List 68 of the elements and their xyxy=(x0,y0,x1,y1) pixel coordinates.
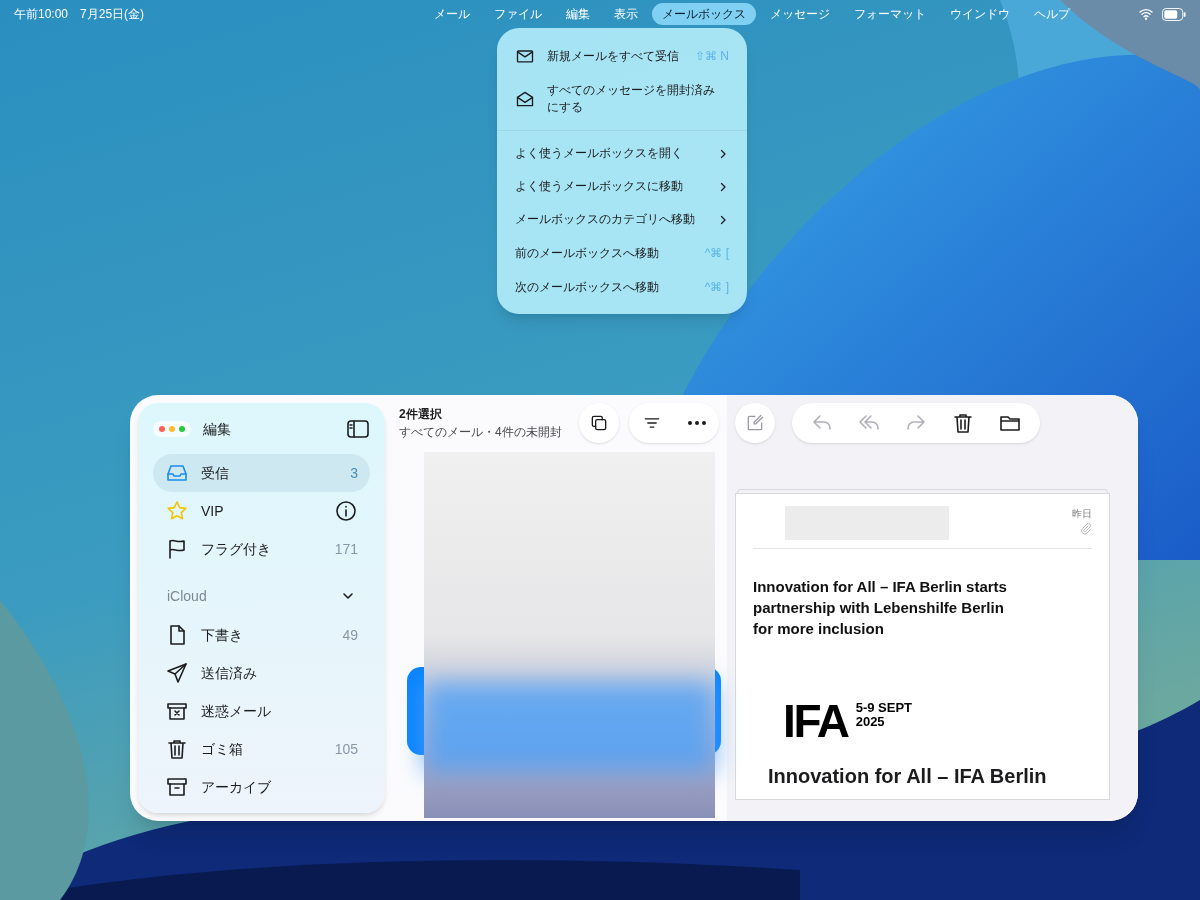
menu-item-label: 前のメールボックスへ移動 xyxy=(515,244,659,262)
edit-button[interactable]: 編集 xyxy=(203,418,231,440)
menu-item[interactable]: よく使うメールボックスに移動 xyxy=(497,170,747,203)
mailbox-label: 下書き xyxy=(201,625,244,645)
mailbox-count: 3 xyxy=(350,463,358,483)
compose-button[interactable] xyxy=(735,403,775,443)
battery-icon xyxy=(1162,7,1186,21)
shortcut-label: ⇧⌘ N xyxy=(695,48,729,65)
mailbox-count: 171 xyxy=(334,539,358,559)
menu-item-label: メールボックスのカテゴリへ移動 xyxy=(515,211,695,228)
menu-bar-item[interactable]: メール xyxy=(424,3,481,25)
menu-item[interactable]: 次のメールボックスへ移動 ^⌘ ] xyxy=(497,270,747,304)
wifi-icon xyxy=(1138,6,1154,22)
menu-bar-item[interactable]: メールボックス xyxy=(652,3,757,25)
selection-title: 2件選択 xyxy=(399,406,443,423)
paper-plane-icon xyxy=(165,661,189,685)
archive-box-icon xyxy=(165,775,189,799)
menu-item[interactable]: 前のメールボックスへ移動 ^⌘ [ xyxy=(497,236,747,270)
menu-item[interactable]: よく使うメールボックスを開く xyxy=(497,137,747,170)
mailbox-label: フラグ付き xyxy=(201,539,272,559)
menu-bar-item[interactable]: ファイル xyxy=(484,3,553,25)
shortcut-label: ^⌘ [ xyxy=(704,245,729,262)
logo-text: IFA xyxy=(783,701,848,741)
mailbox-label: ゴミ箱 xyxy=(201,739,244,759)
menu-item[interactable]: すべてのメッセージを開封済みにする xyxy=(497,74,747,124)
mailbox-item[interactable]: 下書き 49 xyxy=(153,616,370,654)
account-label: iCloud xyxy=(167,586,208,606)
clock-time: 午前10:00 xyxy=(14,6,69,23)
mailbox-item[interactable]: 迷惑メール xyxy=(153,692,370,730)
clock-date: 7月25日(金) xyxy=(80,6,145,23)
mailbox-item[interactable]: フラグ付き 171 xyxy=(153,530,370,568)
paperclip-icon xyxy=(1080,523,1092,535)
email-date: 昨日 xyxy=(1072,507,1092,521)
more-icon xyxy=(688,421,706,425)
mailbox-item[interactable]: アーカイブ xyxy=(153,768,370,806)
mailbox-label: 受信 xyxy=(201,463,230,483)
trash-icon xyxy=(165,737,189,761)
menu-item-label: 次のメールボックスへ移動 xyxy=(515,278,659,296)
info-icon xyxy=(334,499,358,523)
compose-icon xyxy=(745,413,765,433)
email-subheading: Innovation for All – IFA Berlin xyxy=(768,764,1048,789)
window-controls[interactable] xyxy=(153,421,191,437)
menu-item-label: 新規メールをすべて受信 xyxy=(547,47,679,65)
mailbox-label: VIP xyxy=(201,501,225,521)
menu-item[interactable]: 新規メールをすべて受信 ⇧⌘ N xyxy=(497,38,747,74)
menu-item[interactable]: メールボックスのカテゴリへ移動 xyxy=(497,203,747,236)
copy-icon xyxy=(589,413,609,433)
mailbox-label: アーカイブ xyxy=(201,777,272,797)
mailbox-count: 49 xyxy=(342,625,358,645)
sidebar-toggle-icon xyxy=(346,417,370,441)
logo-date: 5-9 SEPT xyxy=(855,701,913,715)
menu-item-label: よく使うメールボックスに移動 xyxy=(515,178,683,195)
open-envelope-icon xyxy=(515,89,535,109)
star-icon xyxy=(165,499,189,523)
menu-item-label: すべてのメッセージを開封済みにする xyxy=(547,82,715,116)
email-headline: Innovation for All – IFA Berlin starts partnership with Lebenshilfe Berlin for more inclusion xyxy=(753,577,1008,639)
mailbox-label: 迷惑メール xyxy=(201,701,272,721)
mailbox-item[interactable]: VIP xyxy=(153,492,370,530)
mailbox-item[interactable]: ゴミ箱 105 xyxy=(153,730,370,768)
mailbox-count: 105 xyxy=(334,739,358,759)
menu-item-label: よく使うメールボックスを開く xyxy=(515,145,683,162)
selection-subtitle: すべてのメール・4件の未開封 xyxy=(399,424,562,441)
mailbox-item[interactable]: 受信 3 xyxy=(153,454,370,492)
copy-button[interactable] xyxy=(579,403,619,443)
logo-date: 2025 xyxy=(855,715,886,729)
mailbox-label: 送信済み xyxy=(201,663,258,683)
shortcut-label: ^⌘ ] xyxy=(704,279,729,296)
mailbox-item[interactable]: 送信済み xyxy=(153,654,370,692)
